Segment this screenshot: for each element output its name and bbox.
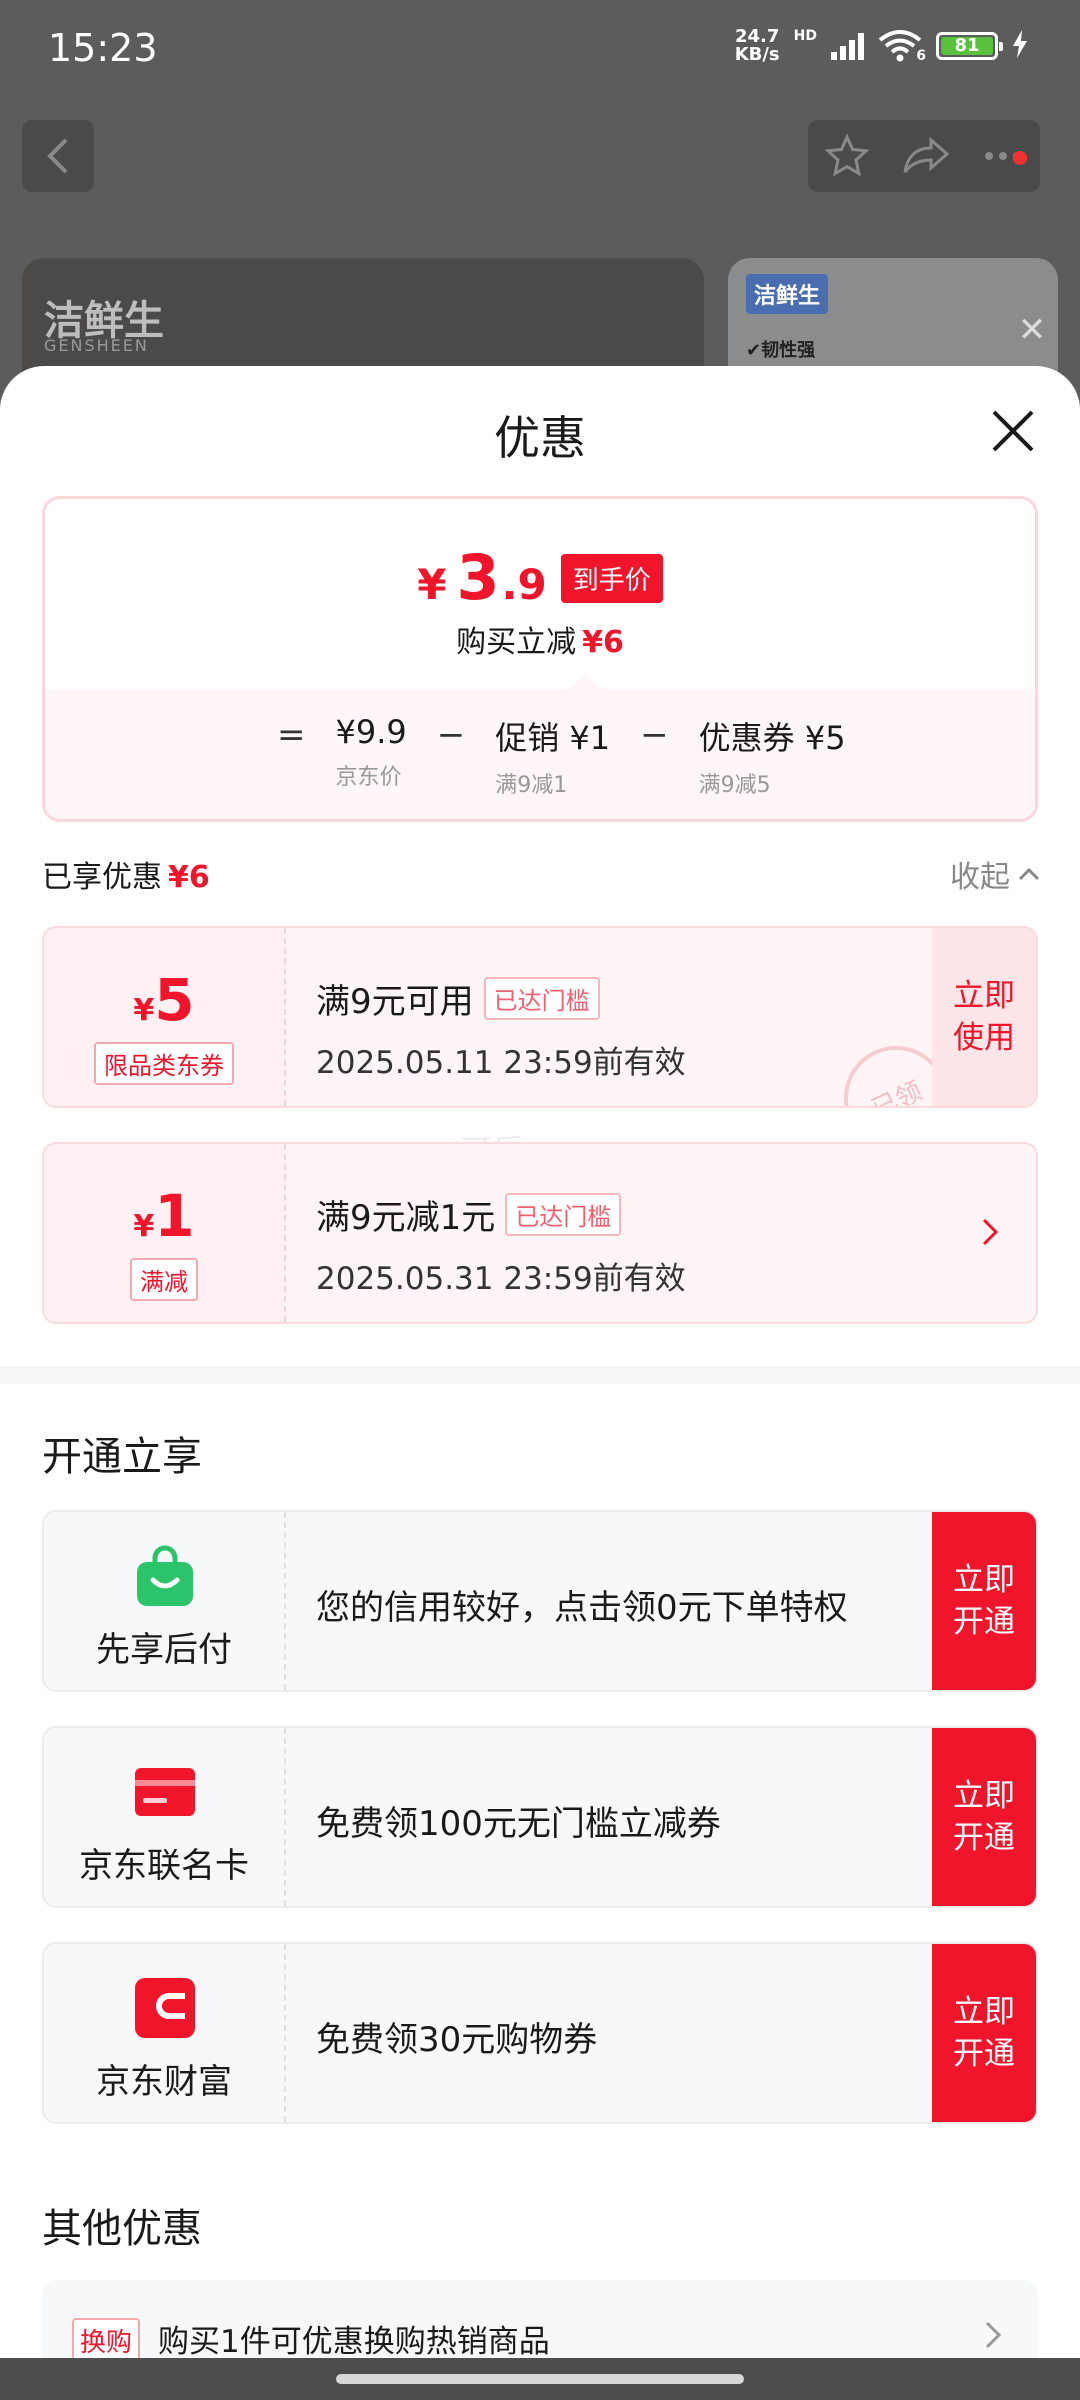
sheet-title: 优惠 [494, 411, 586, 465]
open-service-card[interactable]: 京东联名卡 免费领100元无门槛立减券 立即 开通 [42, 1726, 1038, 1908]
equals-sign: = [277, 715, 306, 755]
open-now-button[interactable]: 立即 开通 [932, 1944, 1036, 2122]
service-name: 先享后付 [96, 1630, 232, 1670]
reduce-line: 购买立减 ¥6 [456, 625, 624, 660]
thumbnail-close-icon[interactable]: ✕ [1012, 310, 1052, 350]
shopping-bag-icon [137, 1545, 193, 1606]
open-now-button[interactable]: 立即 开通 [932, 1728, 1036, 1906]
coupon-type-tag: 满减 [130, 1258, 198, 1301]
service-name: 京东财富 [96, 2062, 232, 2102]
enjoyed-discount: 已享优惠 ¥6 [42, 860, 210, 895]
star-icon[interactable] [825, 134, 869, 178]
battery-icon: 81 [936, 32, 1003, 60]
chevron-right-icon[interactable] [980, 1216, 1000, 1248]
price-formula: = ¥9.9 京东价 − 促销 ¥1 满9减1 − 优惠券 ¥5 满9减5 [45, 689, 1035, 819]
status-bar: 15:23 24.7 KB/s HD 6 81 [0, 0, 1080, 100]
threshold-badge: 已达门槛 [483, 977, 600, 1020]
coupon-card[interactable]: ¥5 限品类东券 满9元可用 已达门槛 2025.05.11 23:59前有效 … [42, 926, 1038, 1108]
network-type: HD [793, 28, 817, 44]
price-tag: 到手价 [560, 554, 663, 603]
wifi-icon: 6 [878, 30, 926, 64]
use-now-button[interactable]: 立即 使用 [932, 928, 1036, 1106]
section-divider [0, 1366, 1080, 1384]
collapse-button[interactable]: 收起 [950, 852, 1040, 896]
formula-term-promotion: 促销 ¥1 满9减1 [495, 719, 611, 798]
chevron-right-icon [985, 2321, 1002, 2349]
minus-sign: − [640, 715, 669, 755]
status-time: 15:23 [48, 26, 158, 70]
sheet-header: 优惠 [0, 366, 1080, 496]
other-section-title: 其他优惠 [42, 2206, 202, 2252]
close-icon[interactable] [986, 404, 1040, 458]
open-now-button[interactable]: 立即 开通 [932, 1512, 1036, 1690]
status-icons: 24.7 KB/s HD 6 81 [735, 28, 1028, 64]
final-price: ¥ 3 .9 到手价 [45, 541, 1035, 614]
product-page-background: 15:23 24.7 KB/s HD 6 81 洁鲜生 GENSHEEN 洁鲜生… [0, 0, 1080, 418]
exchange-badge: 换购 [72, 2318, 141, 2363]
share-icon[interactable] [903, 136, 949, 176]
service-desc: 免费领30元购物券 [316, 2020, 598, 2060]
back-button[interactable] [22, 120, 94, 192]
network-speed: 24.7 KB/s [734, 26, 780, 65]
chevron-left-icon [47, 138, 68, 174]
coupon-expiry: 2025.05.11 23:59前有效 [316, 1045, 686, 1081]
thumbnail-feature: ✔韧性强 [746, 340, 816, 361]
more-button[interactable] [983, 147, 1027, 166]
coupon-amount: ¥1 [133, 1182, 195, 1250]
coupon-amount: ¥5 [133, 966, 195, 1034]
service-desc: 免费领100元无门槛立减券 [316, 1804, 721, 1844]
home-indicator[interactable] [336, 2374, 744, 2384]
coupon-card[interactable]: ¥1 满减 满9元减1元 已达门槛 2025.05.31 23:59前有效 [42, 1142, 1038, 1324]
service-desc: 您的信用较好，点击领0元下单特权 [316, 1588, 848, 1628]
price-summary: ¥ 3 .9 到手价 购买立减 ¥6 = ¥9.9 京东价 − 促销 ¥1 满9减… [42, 496, 1038, 822]
open-service-card[interactable]: 京东财富 免费领30元购物券 立即 开通 [42, 1942, 1038, 2124]
chevron-up-icon [1018, 867, 1040, 881]
notification-dot [1013, 150, 1027, 165]
discount-sheet: 优惠 ¥ 3 .9 到手价 购买立减 ¥6 = ¥9.9 京东价 − 促销 ¥1… [0, 366, 1080, 2400]
coupon-type-tag: 限品类东券 [94, 1042, 234, 1085]
exchange-offer-text: 购买1件可优惠换购热销商品 [158, 2324, 550, 2360]
brand-logo-en: GENSHEEN [44, 336, 149, 355]
wallet-icon [135, 1978, 195, 2038]
minus-sign: − [436, 715, 466, 755]
charging-icon [1012, 30, 1028, 62]
coupon-title: 满9元减1元 [316, 1198, 496, 1238]
formula-term-jd-price: ¥9.9 京东价 [335, 713, 407, 790]
credit-card-icon [135, 1768, 195, 1816]
open-section-title: 开通立享 [42, 1434, 202, 1480]
formula-term-coupon: 优惠券 ¥5 满9减5 [698, 719, 846, 798]
service-name: 京东联名卡 [79, 1846, 249, 1886]
coupon-expiry: 2025.05.31 23:59前有效 [316, 1261, 686, 1297]
thumbnail-brand: 洁鲜生 [746, 274, 829, 314]
coupon-title: 满9元可用 [316, 982, 474, 1022]
open-service-card[interactable]: 先享后付 您的信用较好，点击领0元下单特权 立即 开通 [42, 1510, 1038, 1692]
nav-actions [808, 120, 1040, 192]
threshold-badge: 已达门槛 [505, 1193, 622, 1236]
signal-icon [831, 32, 864, 60]
